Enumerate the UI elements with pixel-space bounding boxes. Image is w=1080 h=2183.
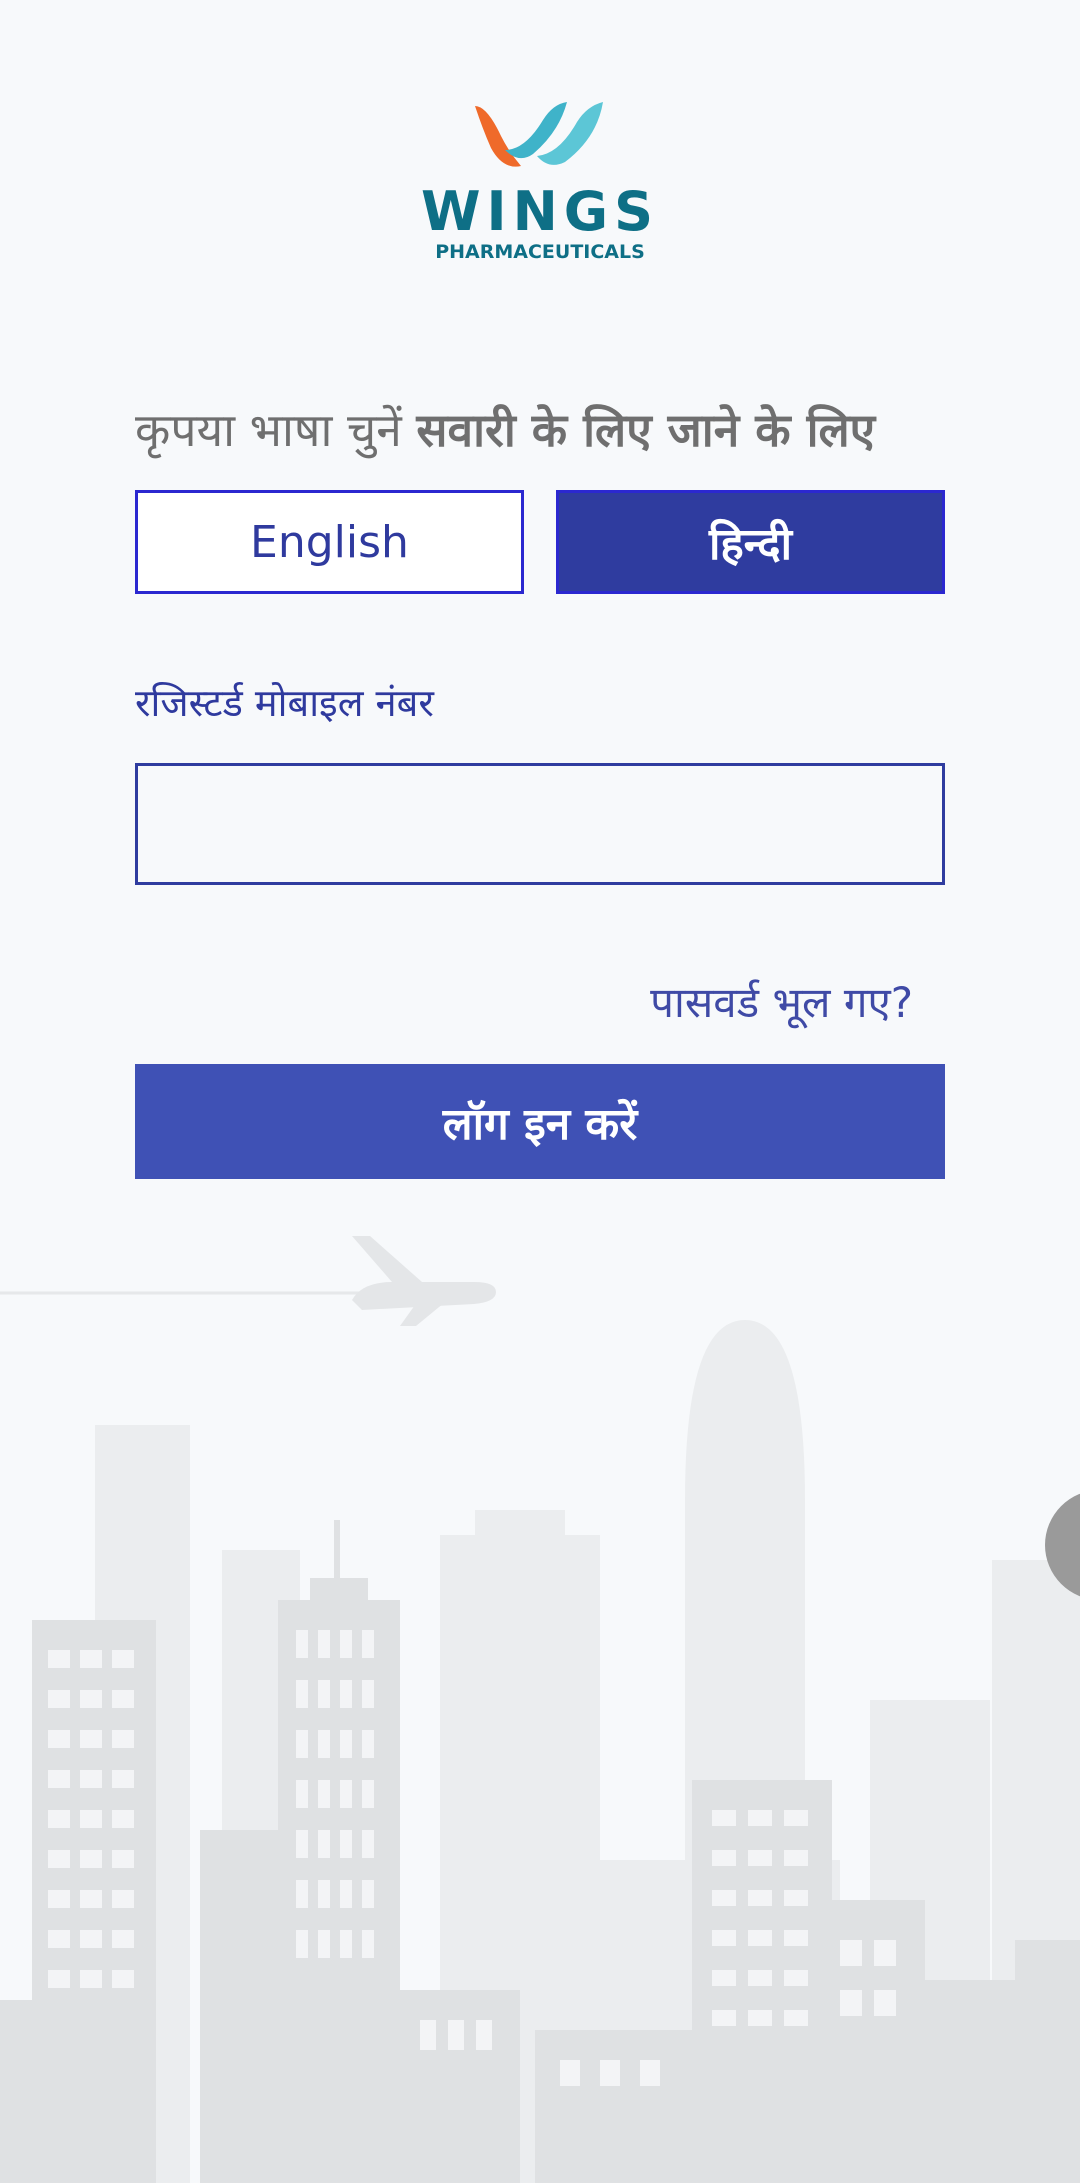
language-english-label: English (250, 516, 409, 568)
language-hindi-label: हिन्दी (708, 519, 793, 570)
wings-logo: WINGS PHARMACEUTICALS (415, 100, 665, 270)
language-prompt-bold: सवारी के लिए जाने के लिए (416, 403, 876, 457)
language-prompt-regular: कृपया भाषा चुनें (135, 403, 402, 457)
logo-subtitle: PHARMACEUTICALS (435, 241, 645, 263)
login-button-label: लॉग इन करें (442, 1098, 638, 1150)
city-skyline-illustration (0, 1236, 1080, 2183)
language-hindi-button[interactable]: हिन्दी (556, 490, 945, 594)
logo-wordmark: WINGS (420, 180, 660, 243)
mobile-number-input[interactable] (135, 763, 945, 885)
language-prompt: कृपया भाषा चुनें सवारी के लिए जाने के लि… (135, 395, 955, 465)
mobile-number-label: रजिस्टर्ड मोबाइल नंबर (135, 681, 434, 725)
login-screen: WINGS PHARMACEUTICALS कृपया भाषा चुनें स… (0, 0, 1080, 2183)
language-english-button[interactable]: English (135, 490, 524, 594)
forgot-password-link[interactable]: पासवर्ड भूल गए? (650, 968, 913, 1038)
wings-mark-icon (475, 102, 603, 167)
login-button[interactable]: लॉग इन करें (135, 1064, 945, 1179)
